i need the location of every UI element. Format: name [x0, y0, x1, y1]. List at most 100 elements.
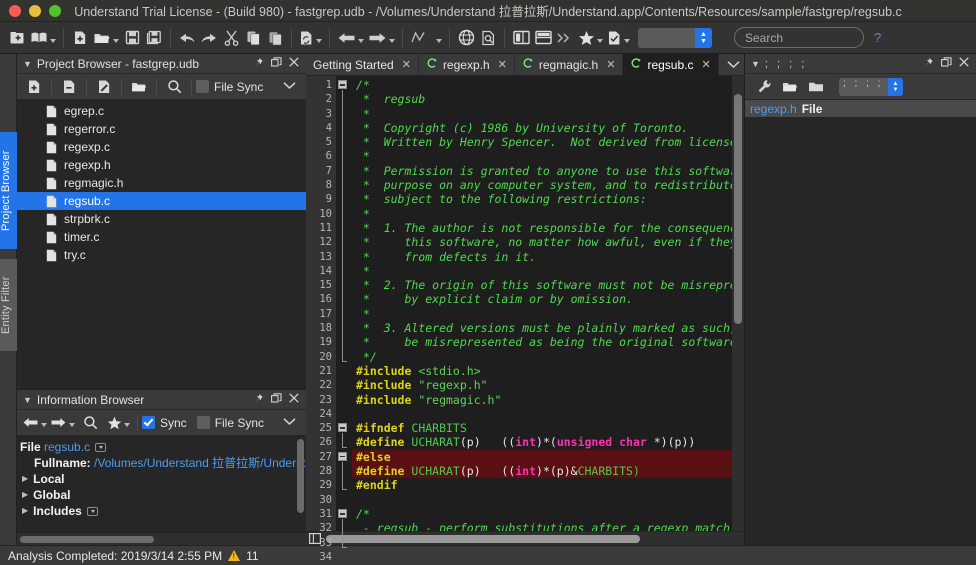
- right-panel-body[interactable]: regexp.h File: [745, 100, 976, 545]
- code-line[interactable]: - regsub - perform substitutions after a…: [352, 521, 744, 531]
- tab-getting-started[interactable]: Getting Started✕: [306, 54, 419, 75]
- close-tab-icon[interactable]: ✕: [606, 58, 615, 71]
- code-line[interactable]: * 3. Altered versions must be plainly ma…: [352, 321, 744, 335]
- tab-regmagic-h[interactable]: regmagic.h✕: [515, 54, 624, 75]
- code-line[interactable]: #endif: [352, 478, 744, 492]
- chevron-down-icon[interactable]: ▼: [23, 59, 32, 69]
- code-line[interactable]: * Copyright (c) 1986 by University of To…: [352, 121, 744, 135]
- open-folder-icon[interactable]: [91, 26, 121, 50]
- information-browser-vscrollbar[interactable]: [297, 439, 304, 513]
- editor-hscrollbar-thumb[interactable]: [326, 535, 640, 543]
- back-arrow-icon[interactable]: [335, 26, 366, 50]
- code-line[interactable]: */: [352, 350, 744, 364]
- tab-list-chevron-icon[interactable]: [722, 54, 744, 75]
- editor-fold-column[interactable]: [336, 76, 352, 531]
- analyze-file-icon[interactable]: [297, 26, 324, 50]
- stepper-arrows[interactable]: ▲▼: [695, 28, 712, 48]
- list-item[interactable]: regerror.c: [17, 120, 306, 138]
- tab-regsub-c[interactable]: regsub.c✕: [623, 54, 718, 75]
- open-folder-icon[interactable]: [777, 76, 803, 98]
- chevron-down-icon[interactable]: [597, 39, 603, 43]
- editor-hscrollbar-row[interactable]: [306, 531, 744, 545]
- close-tab-icon[interactable]: ✕: [498, 58, 507, 71]
- search-icon[interactable]: [77, 412, 103, 434]
- info-value[interactable]: regsub.c: [44, 439, 90, 455]
- file-sync-checkbox[interactable]: [196, 80, 209, 93]
- fold-collapse-icon[interactable]: [338, 80, 347, 89]
- list-item[interactable]: timer.c: [17, 228, 306, 246]
- info-row-global[interactable]: ▶ Global: [20, 487, 306, 503]
- chevron-down-icon[interactable]: ▼: [23, 395, 32, 405]
- info-row-includes[interactable]: ▶ Includes: [20, 503, 306, 519]
- code-line[interactable]: * this software, no matter how awful, ev…: [352, 235, 744, 249]
- search-input[interactable]: Search: [734, 27, 864, 48]
- edit-file-icon[interactable]: [91, 76, 117, 98]
- code-line[interactable]: * Permission is granted to anyone to use…: [352, 164, 744, 178]
- add-file-icon[interactable]: [21, 76, 47, 98]
- code-line[interactable]: * regsub: [352, 92, 744, 106]
- dropdown-icon[interactable]: [95, 443, 106, 452]
- chevron-down-icon[interactable]: [50, 39, 56, 43]
- sync-checkbox[interactable]: [142, 416, 155, 429]
- stepper-field[interactable]: [638, 28, 695, 48]
- information-browser-hscrollbar[interactable]: [17, 532, 306, 545]
- back-arrow-icon[interactable]: [21, 412, 47, 434]
- chevron-down-icon[interactable]: [624, 39, 630, 43]
- tab-regexp-h[interactable]: regexp.h✕: [419, 54, 515, 75]
- code-line[interactable]: #ifndef CHARBITS: [352, 421, 744, 435]
- code-line[interactable]: #include <stdio.h>: [352, 364, 744, 378]
- panel-menu-chevron-icon[interactable]: [283, 417, 302, 429]
- remove-file-icon[interactable]: [56, 76, 82, 98]
- right-panel-stepper[interactable]: ; ; ; ; ▲▼: [839, 78, 903, 96]
- code-line[interactable]: [352, 407, 744, 421]
- code-line[interactable]: * 2. The origin of this software must no…: [352, 278, 744, 292]
- new-project-icon[interactable]: [6, 26, 28, 50]
- chevron-down-icon[interactable]: [69, 423, 75, 427]
- forward-arrow-icon[interactable]: [47, 412, 77, 434]
- chevron-down-icon[interactable]: [113, 39, 119, 43]
- code-line[interactable]: *: [352, 264, 744, 278]
- undock-icon[interactable]: [271, 57, 282, 71]
- project-file-list[interactable]: egrep.cregerror.cregexp.cregexp.hregmagi…: [17, 100, 306, 389]
- chevron-down-icon[interactable]: [389, 39, 395, 43]
- panel-menu-chevron-icon[interactable]: [283, 81, 302, 93]
- undock-icon[interactable]: [271, 393, 282, 407]
- chevron-down-icon[interactable]: [358, 39, 364, 43]
- code-line[interactable]: * purpose on any computer system, and to…: [352, 178, 744, 192]
- open-book-icon[interactable]: [28, 26, 58, 50]
- sidebar-item-project-browser[interactable]: Project Browser: [0, 132, 17, 249]
- list-item[interactable]: egrep.c: [17, 102, 306, 120]
- pin-icon[interactable]: [923, 57, 934, 71]
- split-rows-icon[interactable]: [532, 26, 554, 50]
- stepper-arrows[interactable]: ▲▼: [888, 78, 903, 96]
- code-line[interactable]: *: [352, 307, 744, 321]
- info-value[interactable]: /Volumes/Understand 拉普拉斯/Underst: [94, 455, 305, 471]
- code-line[interactable]: #include "regmagic.h": [352, 393, 744, 407]
- search-icon[interactable]: [161, 76, 187, 98]
- right-panel-entity-row[interactable]: regexp.h File: [745, 100, 976, 117]
- code-line[interactable]: * by explicit claim or by omission.: [352, 292, 744, 306]
- maximize-window-button[interactable]: [49, 5, 61, 17]
- expand-triangle-icon[interactable]: ▶: [22, 503, 28, 519]
- code-line[interactable]: * 1. The author is not responsible for t…: [352, 221, 744, 235]
- code-line[interactable]: *: [352, 149, 744, 163]
- code-line[interactable]: /*: [352, 507, 744, 521]
- graph-icon[interactable]: [408, 26, 444, 50]
- list-item[interactable]: try.c: [17, 246, 306, 264]
- undock-icon[interactable]: [941, 57, 952, 71]
- list-item[interactable]: regexp.c: [17, 138, 306, 156]
- code-line[interactable]: * subject to the following restrictions:: [352, 192, 744, 206]
- file-sync-checkbox[interactable]: [197, 416, 210, 429]
- pin-icon[interactable]: [253, 393, 264, 407]
- code-line[interactable]: *: [352, 107, 744, 121]
- save-icon[interactable]: [121, 26, 143, 50]
- code-line[interactable]: #define UCHARAT(p) ((int)*(unsigned char…: [352, 435, 744, 449]
- expand-triangle-icon[interactable]: ▶: [22, 471, 28, 487]
- undo-icon[interactable]: [176, 26, 198, 50]
- list-item[interactable]: regexp.h: [17, 156, 306, 174]
- close-panel-icon[interactable]: [289, 393, 299, 406]
- close-panel-icon[interactable]: [289, 57, 299, 70]
- code-line[interactable]: * be misrepresented as being the origina…: [352, 335, 744, 349]
- sidebar-item-entity-filter[interactable]: Entity Filter: [0, 259, 17, 351]
- list-item[interactable]: strpbrk.c: [17, 210, 306, 228]
